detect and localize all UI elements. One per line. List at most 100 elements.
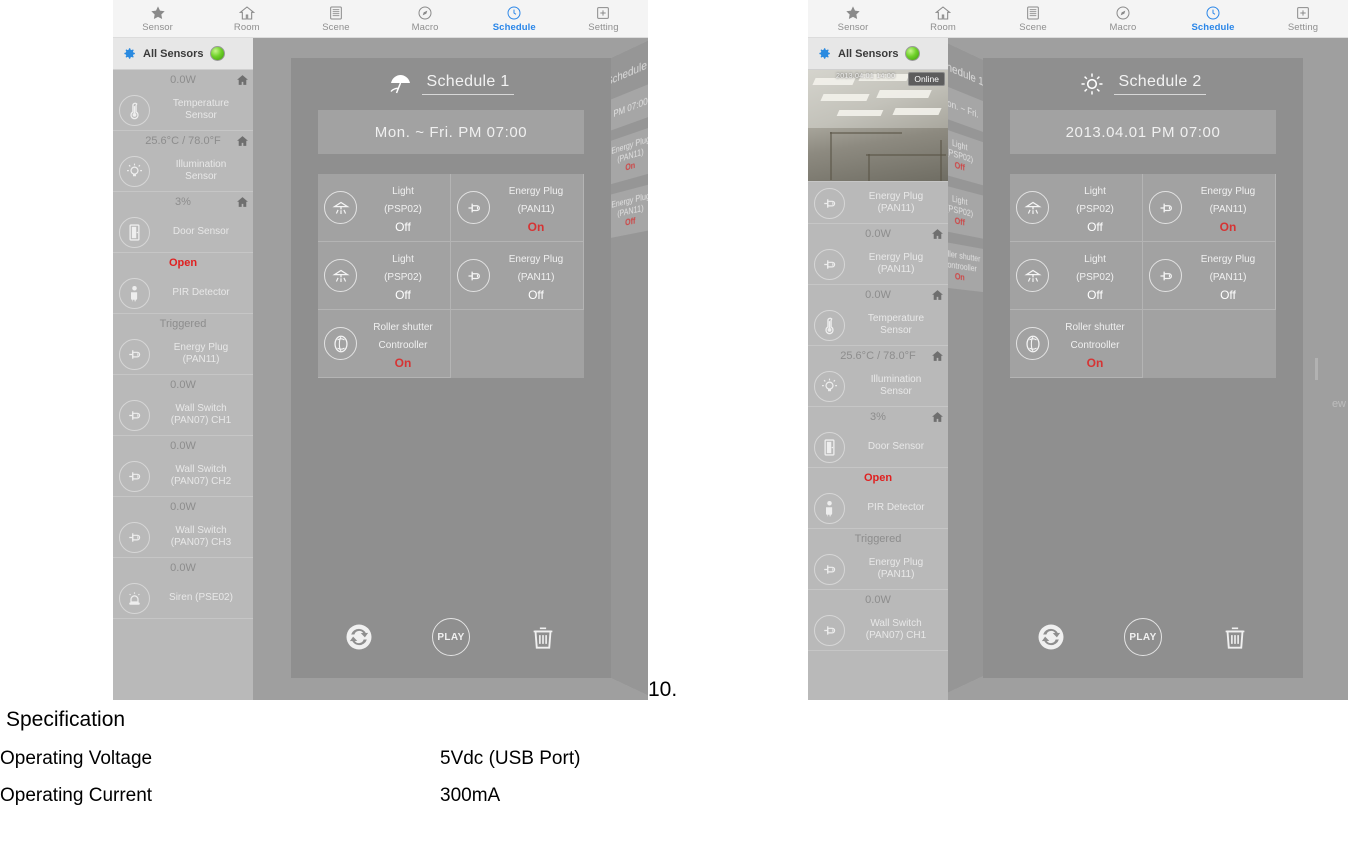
schedule-time[interactable]: Mon. ~ Fri. PM 07:00 <box>318 110 584 154</box>
play-button[interactable]: PLAY <box>1124 618 1162 656</box>
schedule-title-bar: Schedule 1 <box>291 58 611 96</box>
sync-button[interactable] <box>1032 618 1070 656</box>
sidebar-device-row[interactable]: Energy Plug (PAN11) <box>808 548 948 590</box>
sensor-header-right[interactable]: All Sensors <box>808 38 948 70</box>
sidebar-device-row[interactable]: Temperature Sensor <box>808 304 948 346</box>
sidebar-device-value: 0.0W <box>808 224 948 243</box>
schedule-card-left[interactable]: Schedule 1 Mon. ~ Fri. PM 07:00 Light (PSP0… <box>291 58 611 678</box>
sidebar-device-name: Energy Plug (PAN11) <box>868 191 924 214</box>
sidebar-device-row[interactable]: Illumination Sensor <box>113 150 253 192</box>
camera-status-badge: Online <box>908 72 945 86</box>
plug-icon <box>119 338 150 370</box>
sidebar-device-row[interactable]: Wall Switch (PAN07) CH1 <box>113 394 253 436</box>
light-icon <box>324 259 357 292</box>
sidebar-device-row[interactable]: PIR Detector <box>808 487 948 529</box>
schedule-device-grid: Light (PSP02) Off Energy Plug (PAN11) On Light… <box>318 174 584 378</box>
schedule-device-cell[interactable]: Roller shutter Controoller On <box>318 310 451 378</box>
tab-label: Macro <box>1109 22 1137 33</box>
home-icon[interactable] <box>931 288 944 301</box>
sidebar-device-value: Open <box>168 257 198 269</box>
tab-schedule[interactable]: Schedule <box>470 0 559 37</box>
plug-icon <box>119 460 150 492</box>
sidebar-device-row[interactable]: Wall Switch (PAN07) CH3 <box>113 516 253 558</box>
tab-macro[interactable]: Macro <box>1078 0 1168 37</box>
sidebar-device-name: Energy Plug (PAN11) <box>173 342 229 365</box>
schedule-device-state: Off <box>528 288 544 302</box>
schedule-device-cell[interactable]: Light (PSP02) Off <box>318 174 451 242</box>
sync-button[interactable] <box>340 618 378 656</box>
home-icon[interactable] <box>931 349 944 362</box>
schedule-device-cell[interactable]: Light (PSP02) Off <box>318 242 451 310</box>
sidebar-device-name: Wall Switch (PAN07) CH2 <box>170 464 232 487</box>
schedule-device-cell[interactable]: Light (PSP02) Off <box>1010 242 1143 310</box>
tab-label: Schedule <box>492 22 536 33</box>
tab-label: Macro <box>411 22 439 33</box>
home-icon <box>238 4 255 21</box>
tab-setting[interactable]: Setting <box>559 0 648 37</box>
schedule-title-bar: Schedule 2 <box>983 58 1303 96</box>
sidebar-device-row[interactable]: Door Sensor <box>808 426 948 468</box>
trash-button[interactable] <box>524 618 562 656</box>
sidebar-device-name: Siren (PSE02) <box>169 592 233 603</box>
tab-setting[interactable]: Setting <box>1258 0 1348 37</box>
sidebar-device-row[interactable]: Illumination Sensor <box>808 365 948 407</box>
tab-scene[interactable]: Scene <box>988 0 1078 37</box>
sidebar-device-name: Illumination Sensor <box>175 159 227 182</box>
tab-room[interactable]: Room <box>898 0 988 37</box>
tab-sensor[interactable]: Sensor <box>808 0 898 37</box>
home-icon[interactable] <box>236 134 249 147</box>
schedule-device-cell[interactable]: Energy Plug (PAN11) Off <box>1143 242 1276 310</box>
tab-sensor[interactable]: Sensor <box>113 0 202 37</box>
gear-icon[interactable] <box>815 45 832 62</box>
sidebar-left[interactable]: 0.0W Temperature Sensor 25.6°C / 78.0°F Illu… <box>113 70 253 700</box>
tab-scene[interactable]: Scene <box>291 0 380 37</box>
home-icon[interactable] <box>236 195 249 208</box>
sidebar-device-value: 25.6°C / 78.0°F <box>113 131 253 150</box>
light-icon <box>324 191 357 224</box>
navbar-left: Sensor Room Scene Macro Schedule Setting <box>113 0 648 38</box>
trash-button[interactable] <box>1216 618 1254 656</box>
sidebar-device-row[interactable]: Energy Plug (PAN11) <box>808 182 948 224</box>
sidebar-device-row[interactable]: Siren (PSE02) <box>113 577 253 619</box>
sidebar-device-row[interactable]: Energy Plug (PAN11) <box>808 243 948 285</box>
plug-icon <box>119 521 150 553</box>
schedule-device-state: Off <box>395 220 411 234</box>
sensor-header-left[interactable]: All Sensors <box>113 38 253 70</box>
sidebar-right[interactable]: 2013.04.01 14:00 Online Energy Plug (PAN11)… <box>808 70 948 700</box>
sidebar-device-row[interactable]: Door Sensor <box>113 211 253 253</box>
play-button[interactable]: PLAY <box>432 618 470 656</box>
tab-schedule[interactable]: Schedule <box>1168 0 1258 37</box>
star-icon <box>845 4 861 21</box>
schedule-device-cell[interactable]: Light (PSP02) Off <box>1010 174 1143 242</box>
sidebar-device-name: Energy Plug (PAN11) <box>868 252 924 275</box>
sidebar-device-row[interactable]: PIR Detector <box>113 272 253 314</box>
clock-icon <box>506 4 522 21</box>
schedule-device-name: Energy Plug (PAN11) <box>1200 254 1256 283</box>
sidebar-device-row[interactable]: Temperature Sensor <box>113 89 253 131</box>
gear-icon[interactable] <box>120 45 137 62</box>
sidebar-device-row[interactable]: Wall Switch (PAN07) CH1 <box>808 609 948 651</box>
home-icon[interactable] <box>931 227 944 240</box>
tab-label: Room <box>930 22 956 33</box>
bulb-icon <box>814 370 845 402</box>
light-icon <box>1016 259 1049 292</box>
schedule-device-cell[interactable]: Roller shutter Controoller On <box>1010 310 1143 378</box>
plug-icon <box>457 191 490 224</box>
home-icon[interactable] <box>236 73 249 86</box>
sidebar-device-row[interactable]: Energy Plug (PAN11) <box>113 333 253 375</box>
schedule-device-cell[interactable]: Energy Plug (PAN11) On <box>1143 174 1276 242</box>
schedule-device-state: On <box>1219 220 1237 234</box>
camera-thumbnail[interactable]: 2013.04.01 14:00 Online <box>808 70 948 182</box>
tab-room[interactable]: Room <box>202 0 291 37</box>
schedule-device-cell[interactable]: Energy Plug (PAN11) Off <box>451 242 584 310</box>
tab-macro[interactable]: Macro <box>381 0 470 37</box>
home-icon[interactable] <box>931 410 944 423</box>
tab-label: Room <box>233 22 260 33</box>
schedule-device-cell[interactable]: Energy Plug (PAN11) On <box>451 174 584 242</box>
plug-icon <box>814 614 845 646</box>
sidebar-device-value: 3% <box>808 407 948 426</box>
grid-spacer <box>451 310 584 378</box>
sidebar-device-row[interactable]: Wall Switch (PAN07) CH2 <box>113 455 253 497</box>
schedule-card-right[interactable]: Schedule 2 2013.04.01 PM 07:00 Light (PSP02… <box>983 58 1303 678</box>
schedule-time[interactable]: 2013.04.01 PM 07:00 <box>1010 110 1276 154</box>
